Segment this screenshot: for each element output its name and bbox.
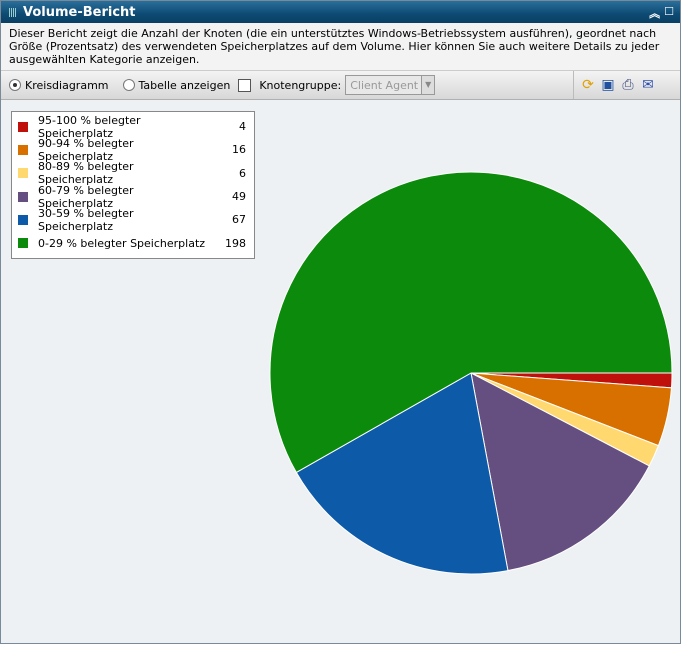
legend-swatch — [18, 238, 28, 249]
legend-item[interactable]: 80-89 % belegter Speicherplatz 6 — [12, 160, 254, 187]
chart-legend: 95-100 % belegter Speicherplatz 4 90-94 % … — [11, 111, 255, 259]
legend-swatch — [18, 168, 28, 179]
legend-count: 16 — [232, 143, 246, 157]
legend-swatch — [18, 144, 28, 155]
legend-label: 90-94 % belegter Speicherplatz — [38, 136, 134, 163]
legend-swatch — [18, 191, 28, 202]
legend-count: 49 — [232, 190, 246, 204]
legend-label: 0-29 % belegter Speicherplatz — [38, 236, 206, 250]
legend-item[interactable]: 90-94 % belegter Speicherplatz 16 — [12, 136, 254, 163]
legend-count: 198 — [225, 236, 246, 250]
legend-label: 80-89 % belegter Speicherplatz — [38, 160, 134, 187]
legend-label: 30-59 % belegter Speicherplatz — [38, 206, 134, 233]
legend-swatch — [18, 121, 28, 132]
pie-chart — [269, 171, 673, 575]
legend-item[interactable]: 60-79 % belegter Speicherplatz 49 — [12, 183, 254, 210]
legend-item[interactable]: 0-29 % belegter Speicherplatz 198 — [12, 231, 254, 254]
legend-count: 4 — [239, 120, 246, 134]
legend-label: 60-79 % belegter Speicherplatz — [38, 183, 134, 210]
legend-count: 67 — [232, 213, 246, 227]
volume-report-panel: Volume-Bericht ︽ ☐ Dieser Bericht zeigt d… — [0, 0, 681, 644]
legend-item[interactable]: 30-59 % belegter Speicherplatz 67 — [12, 206, 254, 233]
legend-label: 95-100 % belegter Speicherplatz — [38, 113, 141, 140]
legend-item[interactable]: 95-100 % belegter Speicherplatz 4 — [12, 113, 254, 140]
legend-swatch — [18, 214, 28, 225]
legend-count: 6 — [239, 166, 246, 180]
